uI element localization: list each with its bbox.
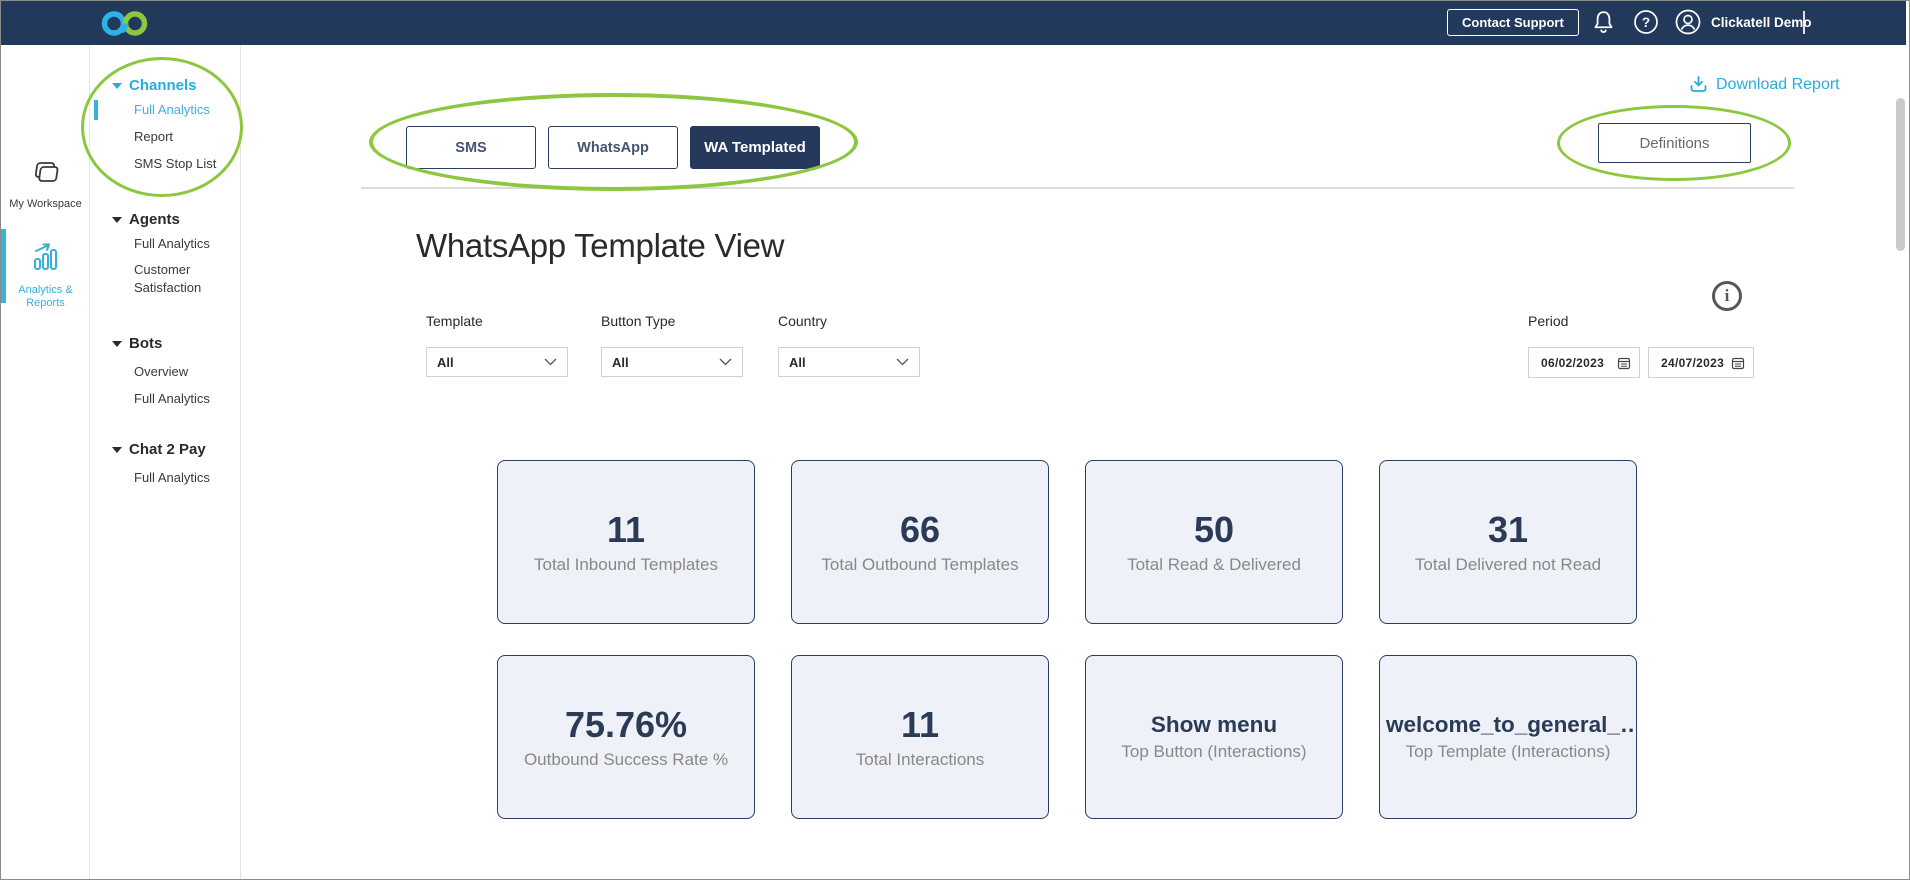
triangle-down-icon xyxy=(112,447,122,453)
notifications-bell-icon[interactable] xyxy=(1589,8,1617,36)
tab-sms[interactable]: SMS xyxy=(406,126,536,169)
template-select[interactable]: All xyxy=(426,347,568,377)
template-select-value: All xyxy=(437,355,454,370)
help-icon[interactable]: ? xyxy=(1632,8,1660,36)
page-title: WhatsApp Template View xyxy=(416,227,784,265)
metric-value: 31 xyxy=(1380,509,1636,551)
section-title: Channels xyxy=(129,77,197,94)
vertical-scrollbar-thumb[interactable] xyxy=(1896,98,1905,251)
metric-card-outbound-success-rate: 75.76% Outbound Success Rate % xyxy=(497,655,755,819)
section-header-agents[interactable]: Agents xyxy=(112,211,180,228)
button-type-select[interactable]: All xyxy=(601,347,743,377)
metric-value: Show menu xyxy=(1086,712,1342,738)
country-select-value: All xyxy=(789,355,806,370)
filter-label-country: Country xyxy=(778,313,827,329)
active-rail-indicator xyxy=(1,229,6,303)
metric-value: welcome_to_general_… xyxy=(1380,712,1636,738)
sidebar-item-agents-customer-satisfaction[interactable]: Customer Satisfaction xyxy=(134,261,229,297)
metric-card-total-inbound-templates: 11 Total Inbound Templates xyxy=(497,460,755,624)
chevron-down-icon xyxy=(896,358,909,366)
download-icon xyxy=(1689,75,1708,94)
metric-card-total-read-delivered: 50 Total Read & Delivered xyxy=(1085,460,1343,624)
sidebar-item-my-workspace[interactable]: My Workspace xyxy=(1,159,90,211)
filter-label-button-type: Button Type xyxy=(601,313,675,329)
top-bar: Contact Support ? Clickatell Demo xyxy=(1,1,1906,45)
topbar-separator xyxy=(1803,11,1805,34)
account-name[interactable]: Clickatell Demo xyxy=(1711,15,1812,30)
main-content: Download Report SMS WhatsApp WA Template… xyxy=(241,45,1906,880)
metric-label: Total Inbound Templates xyxy=(498,555,754,575)
period-end-value: 24/07/2023 xyxy=(1661,356,1724,370)
active-item-indicator xyxy=(94,100,98,120)
metric-label: Total Read & Delivered xyxy=(1086,555,1342,575)
sidebar-item-bots-overview[interactable]: Overview xyxy=(134,363,188,381)
download-report-link[interactable]: Download Report xyxy=(1689,75,1840,94)
workspace-folder-icon xyxy=(29,159,63,187)
sidebar-item-analytics-reports[interactable]: Analytics & Reports xyxy=(1,243,90,310)
sidebar-item-agents-full-analytics[interactable]: Full Analytics xyxy=(134,235,210,253)
section-title: Bots xyxy=(129,335,162,352)
metric-label: Total Interactions xyxy=(792,750,1048,770)
metric-card-total-outbound-templates: 66 Total Outbound Templates xyxy=(791,460,1049,624)
metric-label: Top Template (Interactions) xyxy=(1380,742,1636,762)
sidebar-item-channels-full-analytics[interactable]: Full Analytics xyxy=(134,101,210,119)
metric-value: 66 xyxy=(792,509,1048,551)
country-select[interactable]: All xyxy=(778,347,920,377)
calendar-icon xyxy=(1731,356,1745,370)
svg-text:?: ? xyxy=(1642,15,1650,30)
section-title: Chat 2 Pay xyxy=(129,441,206,458)
sidebar-item-channels-sms-stop-list[interactable]: SMS Stop List xyxy=(134,155,216,173)
rail-item-label: My Workspace xyxy=(1,198,90,211)
filter-label-template: Template xyxy=(426,313,483,329)
section-header-chat-2-pay[interactable]: Chat 2 Pay xyxy=(112,441,206,458)
clickatell-logo-icon[interactable] xyxy=(94,10,170,37)
info-icon[interactable]: i xyxy=(1712,281,1742,311)
metric-label: Total Outbound Templates xyxy=(792,555,1048,575)
button-type-select-value: All xyxy=(612,355,629,370)
sidebar-item-chat2pay-full-analytics[interactable]: Full Analytics xyxy=(134,469,210,487)
tab-whatsapp[interactable]: WhatsApp xyxy=(548,126,678,169)
period-label: Period xyxy=(1528,313,1568,329)
calendar-icon xyxy=(1617,356,1631,370)
period-end-date-input[interactable]: 24/07/2023 xyxy=(1648,347,1754,378)
metric-label: Outbound Success Rate % xyxy=(498,750,754,770)
tabs-divider xyxy=(361,187,1794,189)
rail-item-label: Analytics & Reports xyxy=(1,284,90,310)
user-avatar-icon[interactable] xyxy=(1674,8,1702,36)
metric-value: 11 xyxy=(498,509,754,551)
period-start-date-input[interactable]: 06/02/2023 xyxy=(1528,347,1640,378)
icon-rail: My Workspace Analytics & Reports xyxy=(1,45,90,880)
metric-value: 75.76% xyxy=(498,704,754,746)
metric-label: Total Delivered not Read xyxy=(1380,555,1636,575)
sidebar-item-bots-full-analytics[interactable]: Full Analytics xyxy=(134,390,210,408)
triangle-down-icon xyxy=(112,83,122,89)
metric-value: 11 xyxy=(792,704,1048,746)
chevron-down-icon xyxy=(719,358,732,366)
sidebar-item-channels-report[interactable]: Report xyxy=(134,128,173,146)
section-header-channels[interactable]: Channels xyxy=(112,77,197,94)
triangle-down-icon xyxy=(112,341,122,347)
definitions-button[interactable]: Definitions xyxy=(1598,123,1751,163)
period-start-value: 06/02/2023 xyxy=(1541,356,1604,370)
nav-sidebar: Channels Full Analytics Report SMS Stop … xyxy=(90,45,241,880)
metric-card-total-interactions: 11 Total Interactions xyxy=(791,655,1049,819)
metric-card-top-button: Show menu Top Button (Interactions) xyxy=(1085,655,1343,819)
section-header-bots[interactable]: Bots xyxy=(112,335,162,352)
section-title: Agents xyxy=(129,211,180,228)
metric-card-top-template: welcome_to_general_… Top Template (Inter… xyxy=(1379,655,1637,819)
metric-label: Top Button (Interactions) xyxy=(1086,742,1342,762)
channel-tabs: SMS WhatsApp WA Templated xyxy=(406,126,820,169)
analytics-chart-icon xyxy=(28,243,64,273)
app-window: Contact Support ? Clickatell Demo xyxy=(0,0,1910,880)
contact-support-button[interactable]: Contact Support xyxy=(1447,9,1579,36)
tab-wa-templated[interactable]: WA Templated xyxy=(690,126,820,169)
download-report-label: Download Report xyxy=(1716,76,1840,94)
metric-card-total-delivered-not-read: 31 Total Delivered not Read xyxy=(1379,460,1637,624)
metric-value: 50 xyxy=(1086,509,1342,551)
chevron-down-icon xyxy=(544,358,557,366)
triangle-down-icon xyxy=(112,217,122,223)
